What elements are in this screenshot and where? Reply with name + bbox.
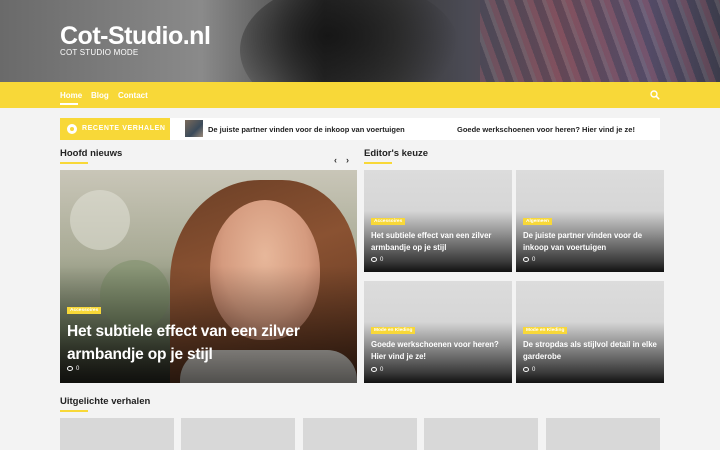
comment-count[interactable]: 0 [371, 367, 383, 373]
ticker-item[interactable]: De juiste partner vinden voor de inkoop … [208, 125, 405, 134]
editor-card-title[interactable]: De stropdas als stijlvol detail in elke … [523, 339, 657, 363]
ticker-thumbnail[interactable] [185, 120, 203, 137]
comment-count-value: 0 [532, 367, 536, 373]
section-title-headlines: Hoofd nieuws [60, 148, 123, 159]
comment-count-value: 0 [532, 257, 536, 263]
ticker-item[interactable]: Goede werkschoenen voor heren? Hier vind… [457, 125, 635, 134]
slider-prev-button[interactable]: ‹ [334, 155, 337, 165]
site-title[interactable]: Cot-Studio.nl [60, 22, 211, 51]
slider-next-button[interactable]: › [346, 155, 349, 165]
section-underline [60, 162, 88, 164]
ticker-label: RECENTE VERHALEN [60, 118, 170, 140]
main-nav: Home Blog Contact [0, 82, 720, 108]
editor-card-title[interactable]: Het subtiele effect van een zilver armba… [371, 230, 505, 254]
section-title-editors: Editor's keuze [364, 148, 429, 159]
headline-title[interactable]: Het subtiele effect van een zilver armba… [67, 320, 347, 366]
category-tag[interactable]: Algemeen [523, 218, 552, 225]
section-underline [60, 410, 88, 412]
category-tag[interactable]: Accessoires [371, 218, 406, 225]
comment-count-value: 0 [380, 257, 384, 263]
comment-count[interactable]: 0 [523, 257, 535, 263]
category-tag[interactable]: Mode en Kleding [523, 327, 568, 334]
comment-icon [523, 257, 529, 262]
comment-count[interactable]: 0 [67, 366, 79, 372]
featured-card[interactable] [424, 418, 538, 450]
nav-item-contact[interactable]: Contact [118, 91, 148, 100]
editor-card-title[interactable]: Goede werkschoenen voor heren? Hier vind… [371, 339, 505, 363]
nav-item-blog[interactable]: Blog [91, 91, 109, 100]
comment-icon [371, 257, 377, 262]
ticker-label-text: RECENTE VERHALEN [82, 125, 166, 132]
section-title-featured: Uitgelichte verhalen [60, 396, 151, 407]
nav-active-indicator [60, 103, 78, 105]
section-underline [364, 162, 392, 164]
comment-icon [523, 367, 529, 372]
editor-card-title[interactable]: De juiste partner vinden voor de inkoop … [523, 230, 657, 254]
comment-icon [67, 366, 73, 371]
featured-card[interactable] [546, 418, 660, 450]
comment-icon [371, 367, 377, 372]
featured-card[interactable] [181, 418, 295, 450]
comment-count-value: 0 [76, 366, 80, 372]
category-tag[interactable]: Accessoires [67, 307, 102, 314]
site-tagline: COT STUDIO MODE [60, 48, 139, 57]
nav-item-home[interactable]: Home [60, 91, 82, 100]
comment-count[interactable]: 0 [523, 367, 535, 373]
featured-card[interactable] [303, 418, 417, 450]
comment-count-value: 0 [380, 367, 384, 373]
recent-stories-ticker: RECENTE VERHALEN De juiste partner vinde… [60, 118, 660, 140]
featured-card[interactable] [60, 418, 174, 450]
live-dot-icon [67, 124, 77, 134]
search-icon[interactable] [650, 90, 660, 100]
category-tag[interactable]: Mode en Kleding [371, 327, 416, 334]
comment-count[interactable]: 0 [371, 257, 383, 263]
